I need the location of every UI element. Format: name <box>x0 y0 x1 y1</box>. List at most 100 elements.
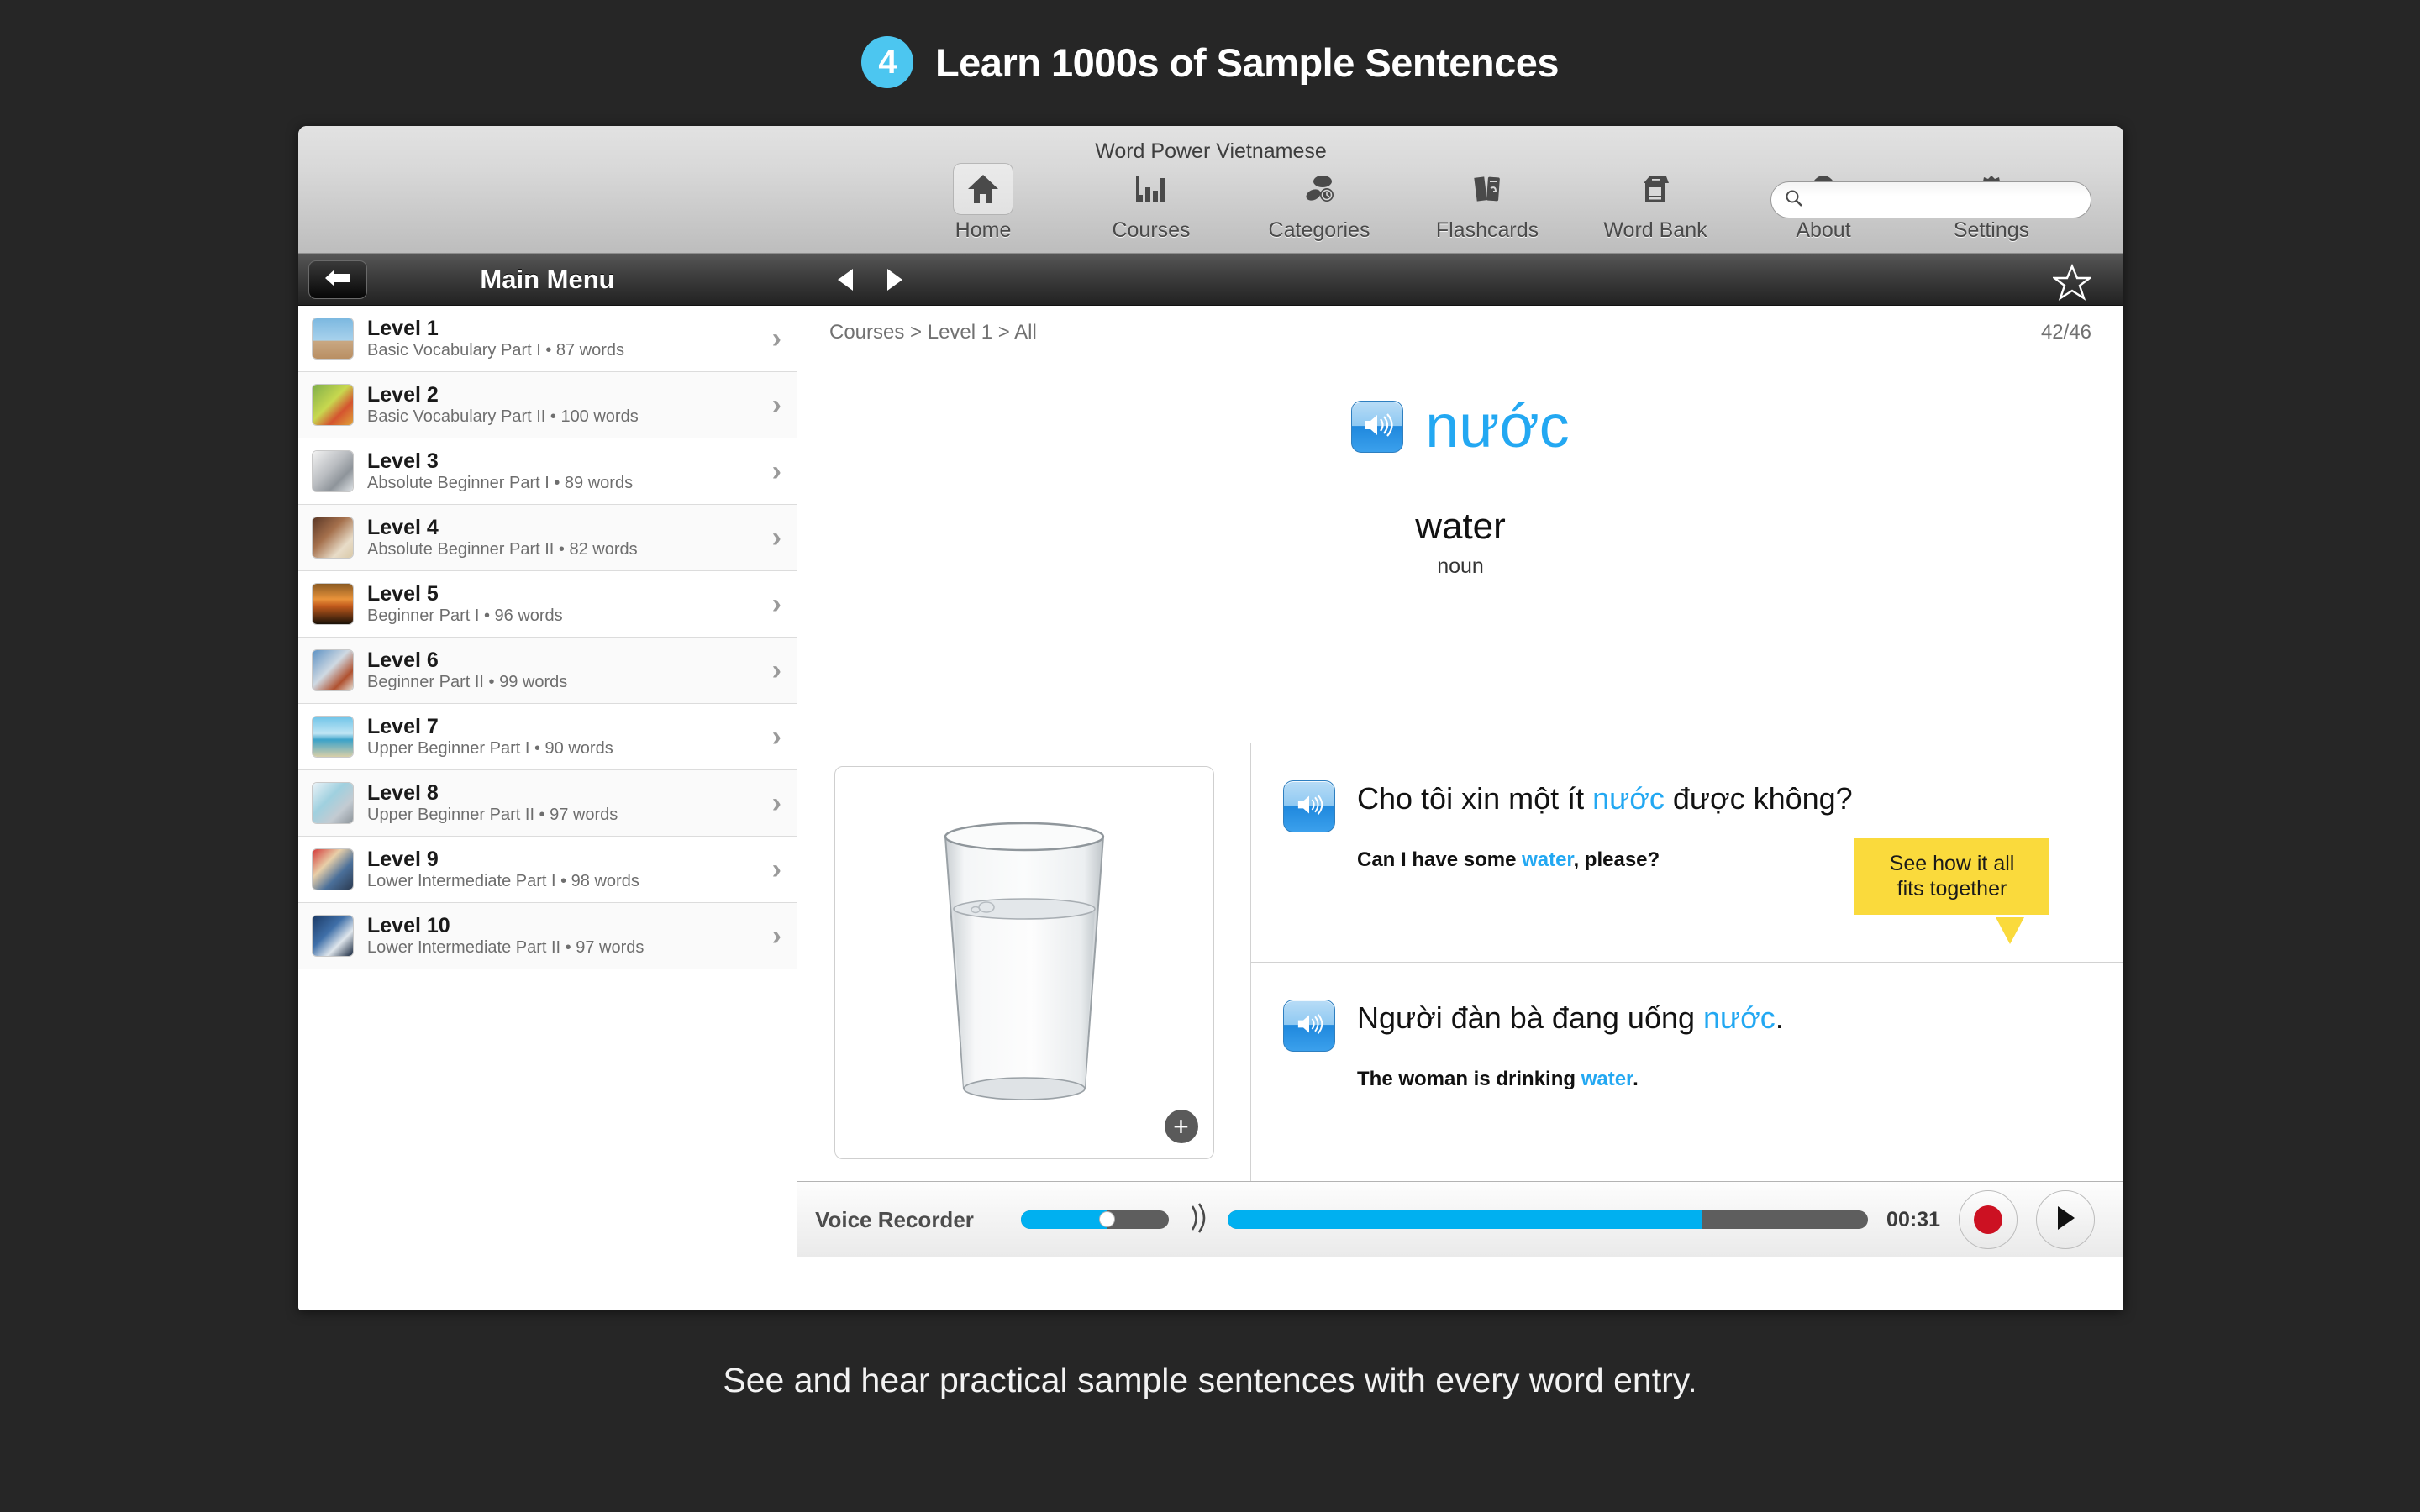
level-subtitle: Upper Beginner Part II • 97 words <box>367 805 618 824</box>
bar-chart-icon <box>1121 163 1181 215</box>
level-thumbnail <box>312 848 354 890</box>
toolbar-label-about: About <box>1796 218 1851 242</box>
toolbar-item-word-bank[interactable]: Word Bank <box>1571 163 1739 243</box>
playback-progress-fill <box>1228 1210 1702 1229</box>
volume-slider[interactable] <box>1021 1210 1169 1229</box>
search-box[interactable] <box>1770 181 2091 218</box>
sentence-item: Người đàn bà đang uống nước. The woman i… <box>1251 962 2123 1181</box>
list-item[interactable]: Level 8 Upper Beginner Part II • 97 word… <box>298 770 797 837</box>
chevron-right-icon: › <box>771 521 781 554</box>
toolbar-label-flashcards: Flashcards <box>1435 218 1539 242</box>
previous-button[interactable] <box>821 267 870 292</box>
list-item[interactable]: Level 6 Beginner Part II • 99 words › <box>298 638 797 704</box>
play-sentence-audio-button[interactable] <box>1283 780 1335 832</box>
list-item[interactable]: Level 1 Basic Vocabulary Part I • 87 wor… <box>298 306 797 372</box>
level-subtitle: Upper Beginner Part I • 90 words <box>367 738 613 758</box>
chevron-right-icon: › <box>771 654 781 686</box>
speaker-icon <box>1295 793 1323 821</box>
sentence-target-text: Cho tôi xin một ít nước được không? <box>1357 780 2090 816</box>
level-subtitle: Lower Intermediate Part I • 98 words <box>367 871 639 890</box>
back-button[interactable] <box>308 260 367 299</box>
word-bank-icon <box>1625 163 1686 215</box>
sentence-target-highlight: nước <box>1592 781 1665 816</box>
home-icon <box>953 163 1013 215</box>
toolbar: Word Power Vietnamese Home Courses Categ… <box>298 126 2123 254</box>
list-item[interactable]: Level 2 Basic Vocabulary Part II • 100 w… <box>298 372 797 438</box>
list-item[interactable]: Level 4 Absolute Beginner Part II • 82 w… <box>298 505 797 571</box>
level-subtitle: Basic Vocabulary Part II • 100 words <box>367 407 639 426</box>
sidebar: Main Menu Level 1 Basic Vocabulary Part … <box>298 254 797 1310</box>
toolbar-label-settings: Settings <box>1953 218 2030 242</box>
back-arrow-icon <box>324 267 352 293</box>
search-icon <box>1785 189 1803 212</box>
sentence-target-highlight: nước <box>1703 1000 1776 1035</box>
sentence-target-text: Người đàn bà đang uống nước. <box>1357 1000 2090 1036</box>
level-title: Level 1 <box>367 316 439 340</box>
sentence-translation-post: , please? <box>1573 848 1660 872</box>
sentence-target-post: được không? <box>1664 781 1853 816</box>
level-title: Level 8 <box>367 780 439 805</box>
level-title: Level 2 <box>367 382 439 407</box>
list-item[interactable]: Level 9 Lower Intermediate Part I • 98 w… <box>298 837 797 903</box>
chevron-right-icon: › <box>771 919 781 952</box>
translation-block: water noun <box>797 506 2123 579</box>
sentence-translation-text: The woman is drinking water. <box>1357 1068 2090 1091</box>
next-button[interactable] <box>870 267 918 292</box>
toolbar-item-home[interactable]: Home <box>899 163 1067 243</box>
toolbar-label-word-bank: Word Bank <box>1603 218 1707 242</box>
chevron-right-icon: › <box>771 388 781 421</box>
level-subtitle: Absolute Beginner Part II • 82 words <box>367 539 638 559</box>
level-subtitle: Beginner Part I • 96 words <box>367 606 563 625</box>
word-row: nước <box>797 396 2123 457</box>
item-counter: 42/46 <box>2040 321 2091 344</box>
level-title: Level 6 <box>367 648 439 672</box>
level-title: Level 9 <box>367 847 439 871</box>
glass-of-water-image <box>944 822 1104 1100</box>
toolbar-item-flashcards[interactable]: Flashcards <box>1403 163 1571 243</box>
sentence-target-pre: Cho tôi xin một ít <box>1357 781 1593 816</box>
level-subtitle: Absolute Beginner Part I • 89 words <box>367 473 634 492</box>
favorite-star-icon[interactable] <box>2051 263 2093 305</box>
image-zoom-button[interactable]: + <box>1164 1109 1198 1143</box>
toolbar-label-categories: Categories <box>1268 218 1370 242</box>
sentence-translation-highlight: water <box>1522 848 1574 872</box>
toolbar-label-home: Home <box>955 218 1012 242</box>
toolbar-item-categories[interactable]: Categories <box>1235 163 1403 243</box>
chevron-right-icon: › <box>771 587 781 620</box>
play-word-audio-button[interactable] <box>1351 401 1404 453</box>
level-title: Level 3 <box>367 449 439 473</box>
categories-icon <box>1289 163 1349 215</box>
level-subtitle: Lower Intermediate Part II • 97 words <box>367 937 644 957</box>
level-thumbnail <box>312 649 354 691</box>
list-item[interactable]: Level 7 Upper Beginner Part I • 90 words… <box>298 704 797 770</box>
volume-knob[interactable] <box>1099 1211 1116 1227</box>
sentence-target-pre: Người đàn bà đang uống <box>1357 1000 1704 1035</box>
chevron-right-icon: › <box>771 322 781 354</box>
search-input[interactable] <box>1812 189 2064 211</box>
breadcrumb[interactable]: Courses > Level 1 > All <box>829 321 1037 344</box>
part-of-speech: noun <box>1437 554 1484 578</box>
level-thumbnail <box>312 583 354 625</box>
chevron-right-icon: › <box>771 786 781 819</box>
toolbar-item-courses[interactable]: Courses <box>1067 163 1235 243</box>
word-image-frame[interactable]: + <box>834 765 1214 1159</box>
level-subtitle: Beginner Part II • 99 words <box>367 672 568 691</box>
tooltip-tail <box>1996 917 2024 944</box>
list-item[interactable]: Level 3 Absolute Beginner Part I • 89 wo… <box>298 438 797 505</box>
tooltip-line-2: fits together <box>1897 876 2007 900</box>
sentence-translation-post: . <box>1633 1068 1639 1091</box>
play-sentence-audio-button[interactable] <box>1283 1000 1335 1052</box>
target-word: nước <box>1425 393 1570 460</box>
list-item[interactable]: Level 5 Beginner Part I • 96 words › <box>298 571 797 638</box>
level-title: Level 5 <box>367 581 439 606</box>
level-thumbnail <box>312 716 354 758</box>
record-button[interactable] <box>1959 1190 2018 1249</box>
playback-progress-bar[interactable] <box>1228 1210 1869 1229</box>
lower-panels: + Cho tôi xin một ít nước được không? Ca… <box>797 743 2123 1181</box>
play-button[interactable] <box>2036 1190 2095 1249</box>
level-thumbnail <box>312 450 354 492</box>
promo-title: Learn 1000s of Sample Sentences <box>934 39 1560 85</box>
list-item[interactable]: Level 10 Lower Intermediate Part II • 97… <box>298 903 797 969</box>
voice-recorder-label: Voice Recorder <box>797 1181 992 1258</box>
sidebar-title: Main Menu <box>480 264 615 294</box>
